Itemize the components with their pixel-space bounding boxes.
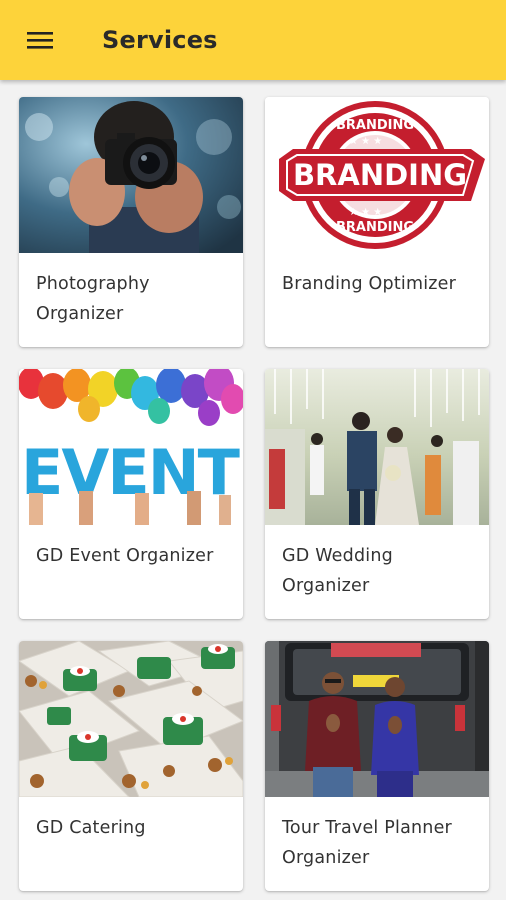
page-title: Services xyxy=(102,26,218,54)
app-bar: Services xyxy=(0,0,506,80)
stamp-main-text: BRANDING xyxy=(293,158,467,192)
stamp-top-text: BRANDING xyxy=(336,118,414,133)
branding-stamp-image: BRANDING BRANDING BRANDING ★ ★ ★ ★ ★ ★ xyxy=(265,97,489,253)
service-label: GD Event Organizer xyxy=(36,546,214,566)
service-label: GD Wedding Organizer xyxy=(282,546,393,596)
services-grid: Photography Organizer BRANDING BRANDING … xyxy=(0,80,506,900)
svg-text:★ ★ ★: ★ ★ ★ xyxy=(349,136,382,147)
service-card-event[interactable]: EVENT GD Event Organizer xyxy=(19,369,243,619)
tour-guides-van-image xyxy=(265,641,489,797)
catering-boxes-image xyxy=(19,641,243,797)
svg-text:★ ★ ★: ★ ★ ★ xyxy=(349,207,382,218)
service-card-photography[interactable]: Photography Organizer xyxy=(19,97,243,347)
hamburger-menu-icon xyxy=(27,32,53,49)
menu-button[interactable] xyxy=(14,20,66,60)
service-card-catering[interactable]: GD Catering xyxy=(19,641,243,891)
service-label: Branding Optimizer xyxy=(282,274,457,294)
event-word: EVENT xyxy=(21,436,240,509)
stamp-bottom-text: BRANDING xyxy=(336,220,414,235)
wedding-couple-image xyxy=(265,369,489,525)
service-card-branding[interactable]: BRANDING BRANDING BRANDING ★ ★ ★ ★ ★ ★ B… xyxy=(265,97,489,347)
service-label: Photography Organizer xyxy=(36,274,150,324)
photographer-with-camera-image xyxy=(19,97,243,253)
service-label: GD Catering xyxy=(36,818,146,838)
service-card-tour-travel[interactable]: Tour Travel Planner Organizer xyxy=(265,641,489,891)
event-balloons-image: EVENT xyxy=(19,369,243,525)
service-label: Tour Travel Planner Organizer xyxy=(282,818,452,868)
service-card-wedding[interactable]: GD Wedding Organizer xyxy=(265,369,489,619)
